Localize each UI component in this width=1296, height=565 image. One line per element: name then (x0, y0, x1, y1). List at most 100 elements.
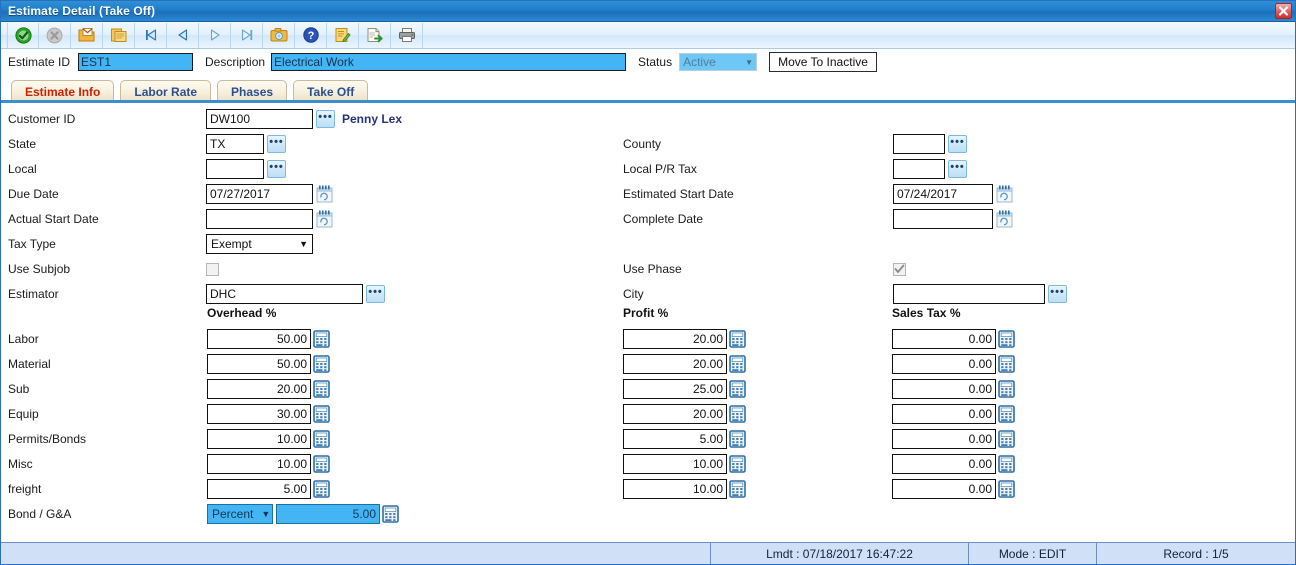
state-input[interactable]: TX (206, 134, 264, 154)
state-lookup-icon[interactable]: ••• (267, 135, 286, 153)
calculator-icon[interactable] (313, 454, 331, 474)
profit-input-sub[interactable]: 25.00 (623, 379, 727, 399)
due-date-calendar-icon[interactable] (315, 184, 334, 204)
approve-icon[interactable] (7, 22, 39, 48)
tax-type-select[interactable]: Exempt ▼ (206, 234, 313, 254)
local-lookup-icon[interactable]: ••• (267, 160, 286, 178)
table-row-bond-gna: Bond / G&A Percent ▼ 5.00 (8, 503, 400, 525)
cancel-icon[interactable] (39, 22, 71, 48)
estimated-start-date-calendar-icon[interactable] (995, 184, 1014, 204)
overhead-input-permits-bonds[interactable]: 10.00 (207, 429, 311, 449)
sales-tax-input-material[interactable]: 0.00 (892, 354, 996, 374)
county-lookup-icon[interactable]: ••• (948, 135, 967, 153)
calculator-icon[interactable] (998, 329, 1016, 349)
overhead-input-material[interactable]: 50.00 (207, 354, 311, 374)
overhead-input-freight[interactable]: 5.00 (207, 479, 311, 499)
calculator-icon[interactable] (729, 329, 747, 349)
calculator-icon[interactable] (998, 404, 1016, 424)
chevron-down-icon: ▼ (299, 239, 308, 249)
overhead-input-labor[interactable]: 50.00 (207, 329, 311, 349)
calculator-icon[interactable] (313, 379, 331, 399)
overhead-input-misc[interactable]: 10.00 (207, 454, 311, 474)
first-record-icon[interactable] (135, 22, 167, 48)
description-input[interactable]: Electrical Work (271, 53, 627, 71)
calculator-icon[interactable] (313, 329, 331, 349)
calculator-icon[interactable] (729, 479, 747, 499)
calculator-icon[interactable] (998, 379, 1016, 399)
sales-tax-input-sub[interactable]: 0.00 (892, 379, 996, 399)
profit-input-material[interactable]: 20.00 (623, 354, 727, 374)
actual-start-date-calendar-icon[interactable] (315, 209, 334, 229)
sales-tax-input-misc[interactable]: 0.00 (892, 454, 996, 474)
calculator-icon[interactable] (313, 479, 331, 499)
move-to-inactive-button[interactable]: Move To Inactive (769, 52, 877, 72)
calculator-icon[interactable] (729, 379, 747, 399)
estimator-input[interactable]: DHC (206, 284, 363, 304)
tab-estimate-info[interactable]: Estimate Info (11, 80, 115, 102)
local-input[interactable] (206, 159, 264, 179)
calculator-icon[interactable] (729, 354, 747, 374)
due-date-input[interactable]: 07/27/2017 (206, 184, 313, 204)
table-row: Sub 20.00 (8, 378, 331, 400)
calculator-icon[interactable] (729, 454, 747, 474)
tab-phases[interactable]: Phases (217, 80, 288, 102)
calculator-icon[interactable] (313, 354, 331, 374)
overhead-input-equip[interactable]: 30.00 (207, 404, 311, 424)
profit-cell: 20.00 (623, 328, 747, 350)
calculator-icon[interactable] (313, 429, 331, 449)
camera-icon[interactable] (263, 22, 295, 48)
copy-icon[interactable] (103, 22, 135, 48)
estimator-lookup-icon[interactable]: ••• (366, 285, 385, 303)
print-icon[interactable] (391, 22, 423, 48)
profit-input-labor[interactable]: 20.00 (623, 329, 727, 349)
profit-input-misc[interactable]: 10.00 (623, 454, 727, 474)
estimated-start-date-input[interactable]: 07/24/2017 (893, 184, 993, 204)
complete-date-input[interactable] (893, 209, 993, 229)
sales-tax-input-freight[interactable]: 0.00 (892, 479, 996, 499)
complete-date-calendar-icon[interactable] (995, 209, 1014, 229)
previous-record-icon[interactable] (167, 22, 199, 48)
calculator-icon[interactable] (998, 454, 1016, 474)
bond-mode-select[interactable]: Percent ▼ (207, 504, 273, 524)
sales-tax-input-equip[interactable]: 0.00 (892, 404, 996, 424)
window-titlebar: Estimate Detail (Take Off) (1, 1, 1295, 22)
profit-cell: 5.00 (623, 428, 747, 450)
calculator-icon[interactable] (313, 404, 331, 424)
next-record-icon[interactable] (199, 22, 231, 48)
local-pr-tax-lookup-icon[interactable]: ••• (948, 160, 967, 178)
tab-labor-rate[interactable]: Labor Rate (120, 80, 212, 102)
tab-take-off[interactable]: Take Off (293, 80, 369, 102)
local-pr-tax-input[interactable] (893, 159, 945, 179)
customer-id-input[interactable]: DW100 (206, 109, 313, 129)
calculator-icon[interactable] (729, 429, 747, 449)
close-icon[interactable] (1275, 3, 1292, 19)
profit-input-equip[interactable]: 20.00 (623, 404, 727, 424)
use-phase-checkbox[interactable] (893, 262, 906, 276)
status-select[interactable]: Active ▼ (679, 53, 758, 71)
open-folder-icon[interactable] (71, 22, 103, 48)
sales-tax-input-labor[interactable]: 0.00 (892, 329, 996, 349)
last-record-icon[interactable] (231, 22, 263, 48)
calculator-icon[interactable] (998, 429, 1016, 449)
use-subjob-checkbox[interactable] (206, 262, 219, 276)
profit-input-freight[interactable]: 10.00 (623, 479, 727, 499)
city-lookup-icon[interactable]: ••• (1048, 285, 1067, 303)
actual-start-date-input[interactable] (206, 209, 313, 229)
calculator-icon[interactable] (998, 354, 1016, 374)
calculator-icon[interactable] (729, 404, 747, 424)
overhead-input-sub[interactable]: 20.00 (207, 379, 311, 399)
edit-note-icon[interactable] (327, 22, 359, 48)
help-icon[interactable]: ? (295, 22, 327, 48)
bond-value-input[interactable]: 5.00 (276, 504, 380, 524)
estimate-id-input[interactable]: EST1 (78, 53, 194, 71)
calculator-icon[interactable] (382, 504, 400, 524)
profit-input-permits-bonds[interactable]: 5.00 (623, 429, 727, 449)
window-title: Estimate Detail (Take Off) (8, 4, 156, 18)
export-icon[interactable] (359, 22, 391, 48)
city-input[interactable] (893, 284, 1045, 304)
description-label: Description (205, 55, 266, 69)
customer-id-lookup-icon[interactable]: ••• (316, 110, 335, 128)
sales-tax-input-permits-bonds[interactable]: 0.00 (892, 429, 996, 449)
calculator-icon[interactable] (998, 479, 1016, 499)
county-input[interactable] (893, 134, 945, 154)
